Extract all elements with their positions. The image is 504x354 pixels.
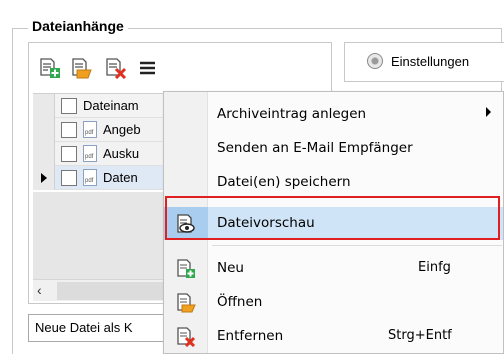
submenu-arrow-icon — [486, 107, 491, 117]
row-indicator — [33, 94, 55, 118]
row-checkbox[interactable] — [61, 170, 77, 186]
scroll-left-icon[interactable]: ‹ — [37, 282, 42, 298]
menu-item-label: Senden an E-Mail Empfänger — [217, 140, 413, 156]
toolbar-menu-button[interactable] — [137, 57, 159, 79]
current-row-arrow-icon — [41, 173, 47, 183]
row-indicator — [33, 118, 55, 142]
menu-item-remove[interactable]: Entfernen Strg+Entf — [164, 320, 503, 353]
settings-label: Einstellungen — [391, 53, 470, 69]
row-checkbox[interactable] — [61, 146, 77, 162]
preview-eye-icon — [177, 214, 195, 233]
group-title: Dateianhänge — [28, 18, 128, 34]
document-new-icon — [40, 58, 60, 78]
document-delete-icon — [177, 327, 196, 347]
menu-item-label: Neu — [217, 260, 244, 276]
file-name: Ausku — [103, 146, 140, 161]
attachments-toolbar — [29, 43, 331, 91]
pdf-file-icon: pdf — [83, 121, 97, 138]
menu-item-preview[interactable]: Dateivorschau — [164, 207, 503, 240]
menu-item-label: Archiveintrag anlegen — [217, 106, 367, 122]
document-delete-icon — [106, 58, 127, 80]
menu-shortcut: Strg+Entf — [388, 328, 452, 343]
menu-separator — [212, 245, 502, 246]
row-indicator — [33, 166, 55, 190]
menu-item-send-email[interactable]: Senden an E-Mail Empfänger — [164, 132, 503, 165]
select-all-checkbox[interactable] — [61, 98, 77, 114]
file-name: Daten — [103, 170, 138, 185]
menu-item-open[interactable]: Öffnen — [164, 286, 503, 319]
menu-item-label: Datei(en) speichern — [217, 174, 351, 190]
document-open-icon — [177, 293, 196, 313]
menu-item-label: Dateivorschau — [217, 215, 315, 231]
document-open-icon — [72, 58, 92, 79]
file-name: Angeb — [103, 122, 141, 137]
menu-item-label: Entfernen — [217, 328, 284, 344]
pdf-file-icon: pdf — [83, 169, 97, 186]
toolbar-new-button[interactable] — [39, 57, 61, 79]
hamburger-menu-icon — [140, 61, 155, 75]
context-menu: Archiveintrag anlegen Senden an E-Mail E… — [163, 91, 504, 354]
settings-panel: Einstellungen — [344, 42, 504, 82]
menu-item-label: Öffnen — [217, 294, 263, 310]
column-header-filename[interactable]: Dateinam — [83, 98, 139, 113]
document-new-icon — [177, 259, 195, 278]
row-checkbox[interactable] — [61, 122, 77, 138]
toolbar-open-button[interactable] — [71, 57, 93, 79]
menu-item-save-files[interactable]: Datei(en) speichern — [164, 166, 503, 199]
pdf-file-icon: pdf — [83, 145, 97, 162]
settings-radio-icon — [367, 53, 383, 69]
menu-item-new[interactable]: Neu Einfg — [164, 252, 503, 285]
menu-item-archive-entry[interactable]: Archiveintrag anlegen — [164, 98, 503, 131]
window: Dateianhänge Dateinam pdf Angeb pdf Ausk… — [0, 0, 504, 354]
row-indicator — [33, 142, 55, 166]
toolbar-delete-button[interactable] — [105, 57, 127, 80]
settings-button[interactable]: Einstellungen — [367, 53, 469, 69]
menu-shortcut: Einfg — [418, 260, 451, 275]
